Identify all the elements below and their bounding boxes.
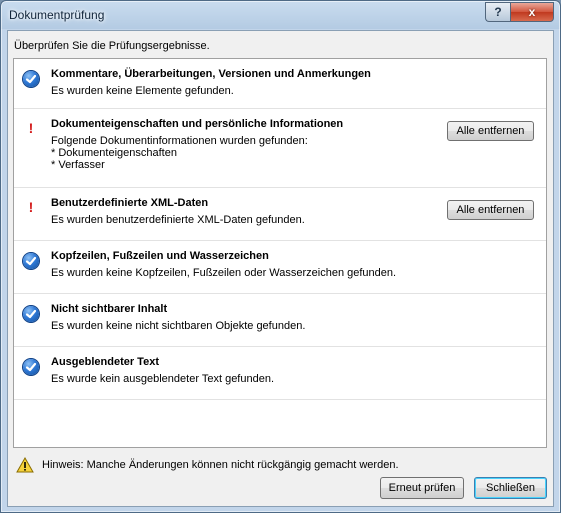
remove-all-button[interactable]: Alle entfernen: [447, 121, 534, 141]
result-description: Es wurden keine Elemente gefunden.: [51, 85, 234, 97]
hint: Hinweis: Manche Änderungen können nicht …: [16, 457, 399, 473]
result-description: Folgende Dokumentinformationen wurden ge…: [51, 135, 308, 171]
check-circle-icon: [23, 359, 39, 375]
result-heading: Nicht sichtbarer Inhalt: [51, 303, 168, 315]
result-item: Ausgeblendeter Text Es wurde kein ausgebl…: [14, 347, 546, 400]
result-item: ! Benutzerdefinierte XML-Daten Es wurden b…: [14, 188, 546, 241]
result-description-line: Es wurden keine Kopfzeilen, Fußzeilen od…: [51, 267, 397, 279]
result-description: Es wurden keine nicht sichtbaren Objekte…: [51, 320, 305, 332]
title-bar-buttons: ? x: [485, 2, 554, 22]
check-circle-icon: [23, 71, 39, 87]
result-description-line: Es wurden keine nicht sichtbaren Objekte…: [51, 320, 306, 332]
exclamation-icon: !: [28, 120, 34, 136]
hint-text: Hinweis: Manche Änderungen können nicht …: [42, 459, 399, 471]
title-bar[interactable]: Dokumentprüfung ? x: [1, 1, 560, 29]
result-description: Es wurden keine Kopfzeilen, Fußzeilen od…: [51, 267, 396, 279]
recheck-button[interactable]: Erneut prüfen: [380, 477, 464, 499]
help-button[interactable]: ?: [485, 2, 510, 22]
warning-triangle-icon: [16, 457, 34, 473]
result-description-line: Es wurde kein ausgeblendeter Text gefund…: [51, 373, 275, 385]
close-icon: x: [528, 5, 536, 19]
result-heading: Ausgeblendeter Text: [51, 356, 159, 368]
window-title: Dokumentprüfung: [9, 8, 105, 22]
result-description: Es wurden benutzerdefinierte XML-Daten g…: [51, 214, 305, 226]
result-description-line: Es wurden keine Elemente gefunden.: [51, 85, 234, 97]
result-description-line: Folgende Dokumentinformationen wurden ge…: [51, 135, 308, 147]
result-item: Kopfzeilen, Fußzeilen und Wasserzeichen E…: [14, 241, 546, 294]
results-list[interactable]: Kommentare, Überarbeitungen, Versionen u…: [13, 58, 547, 448]
instruction-text: Überprüfen Sie die Prüfungsergebnisse.: [14, 40, 210, 52]
result-heading: Dokumenteigenschaften und persönliche In…: [51, 118, 344, 130]
close-window-button[interactable]: x: [510, 2, 554, 22]
result-description-line: Es wurden benutzerdefinierte XML-Daten g…: [51, 214, 305, 226]
close-button[interactable]: Schließen: [474, 477, 547, 499]
dialog-content: Überprüfen Sie die Prüfungsergebnisse. K…: [7, 30, 554, 507]
result-item: Nicht sichtbarer Inhalt Es wurden keine n…: [14, 294, 546, 347]
exclamation-icon: !: [28, 199, 34, 215]
check-circle-icon: [23, 253, 39, 269]
result-item: Kommentare, Überarbeitungen, Versionen u…: [14, 59, 546, 109]
remove-all-button[interactable]: Alle entfernen: [447, 200, 534, 220]
help-icon: ?: [494, 5, 502, 19]
result-description-line: * Verfasser: [51, 159, 105, 171]
result-heading: Kopfzeilen, Fußzeilen und Wasserzeichen: [51, 250, 269, 262]
result-item: ! Dokumenteigenschaften und persönliche I…: [14, 109, 546, 188]
result-description-line: * Dokumenteigenschaften: [51, 147, 177, 159]
result-heading: Kommentare, Überarbeitungen, Versionen u…: [51, 68, 371, 80]
result-heading: Benutzerdefinierte XML-Daten: [51, 197, 209, 209]
check-circle-icon: [23, 306, 39, 322]
result-description: Es wurde kein ausgeblendeter Text gefund…: [51, 373, 274, 385]
dialog-window: Dokumentprüfung ? x Überprüfen Sie die P…: [0, 0, 561, 513]
